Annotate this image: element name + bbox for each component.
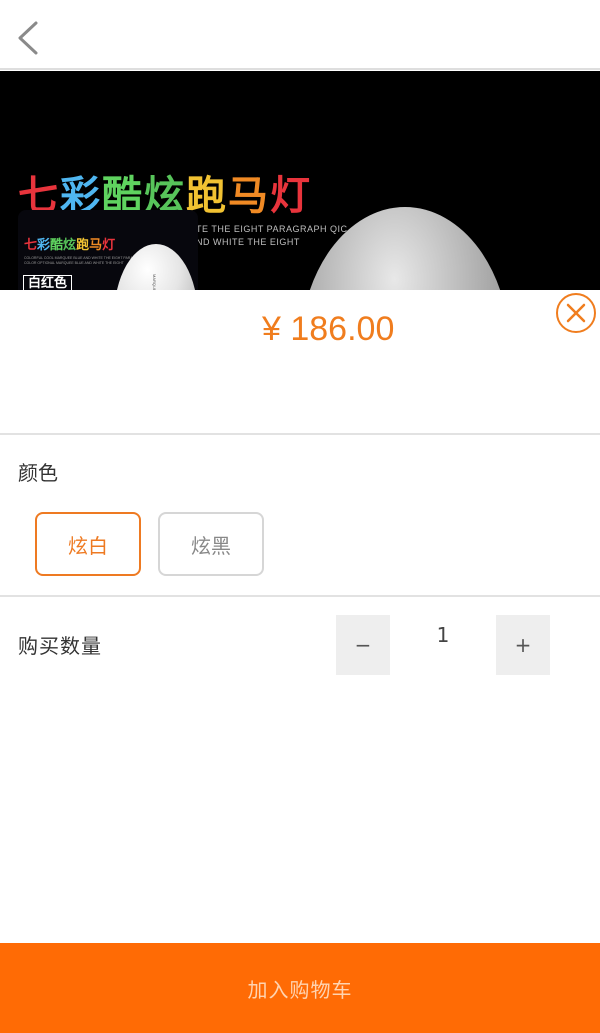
close-circle-icon <box>556 293 596 333</box>
thumbnail-title: 七彩酷炫跑马灯 <box>24 234 115 253</box>
quantity-value[interactable]: 1 <box>390 615 496 655</box>
color-option-label: 炫白 <box>68 533 108 558</box>
banner-title-char: 灯 <box>270 173 312 219</box>
thumbnail-title-char: 酷 <box>50 238 64 253</box>
color-option-white[interactable]: 炫白 <box>35 512 141 576</box>
color-section-label: 颜色 <box>18 461 58 485</box>
add-to-cart-label: 加入购物车 <box>247 977 353 1002</box>
thumbnail-title-char: 马 <box>89 238 103 253</box>
product-price: ¥ 186.00 <box>262 310 395 348</box>
close-button[interactable] <box>555 292 597 334</box>
thumbnail-title-char: 灯 <box>102 238 116 253</box>
minus-icon: − <box>354 633 372 657</box>
quantity-decrease-button[interactable]: − <box>336 615 390 675</box>
top-nav-bar <box>0 0 600 70</box>
banner-subtitle-line1: TE THE EIGHT PARAGRAPH QIC <box>196 224 348 234</box>
thumbnail-title-char: 炫 <box>63 238 77 253</box>
color-option-black[interactable]: 炫黑 <box>158 512 264 576</box>
thumbnail-title-char: 七 <box>24 238 38 253</box>
thumbnail-title-char: 彩 <box>37 238 51 253</box>
spec-selection-sheet: ¥ 186.00 颜色 炫白 炫黑 购买数量 − 1 + <box>0 290 600 1033</box>
banner-title-char: 马 <box>228 173 270 219</box>
chevron-left-icon <box>18 21 38 55</box>
divider <box>0 433 600 435</box>
banner-lamp-image <box>300 207 510 290</box>
color-option-label: 炫黑 <box>191 533 231 558</box>
divider <box>0 595 600 597</box>
thumbnail-title-char: 跑 <box>76 238 90 253</box>
quantity-label: 购买数量 <box>18 634 102 658</box>
banner-subtitle-line2: ND WHITE THE EIGHT <box>196 237 300 247</box>
quantity-increase-button[interactable]: + <box>496 615 550 675</box>
back-button[interactable] <box>8 12 52 62</box>
add-to-cart-button[interactable]: 加入购物车 <box>0 943 600 1033</box>
plus-icon: + <box>514 633 532 657</box>
